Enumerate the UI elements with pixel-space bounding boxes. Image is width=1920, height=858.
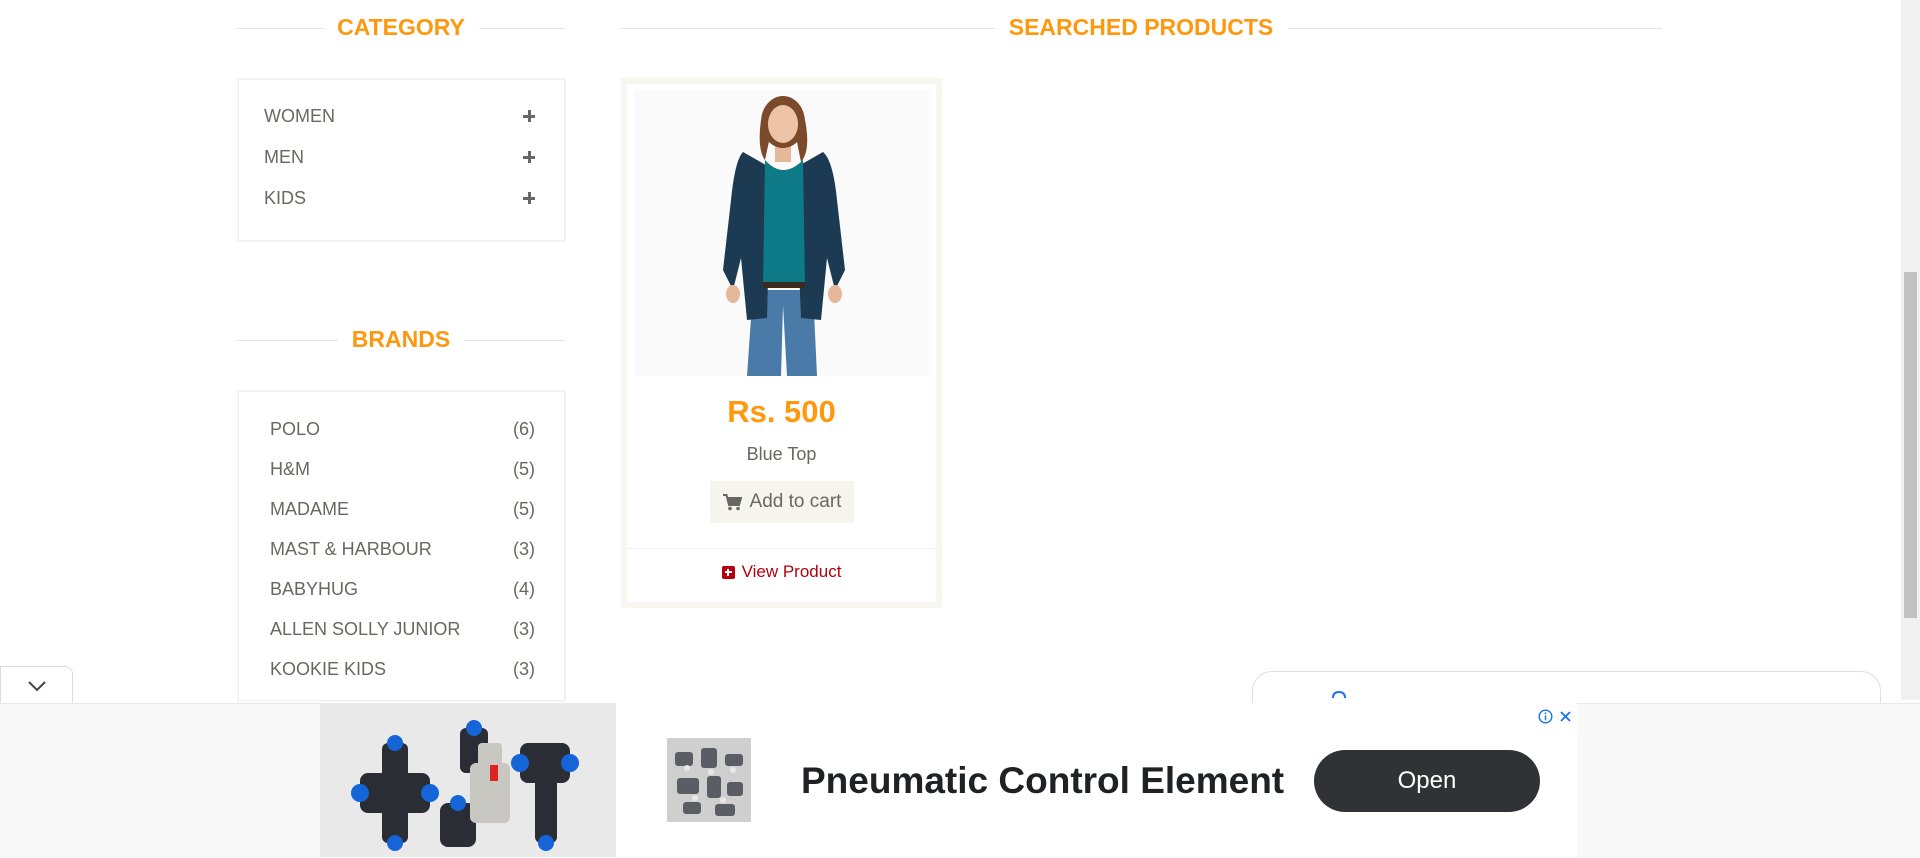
brand-label[interactable]: MADAME [270, 499, 349, 520]
brand-label[interactable]: H&M [270, 459, 310, 480]
category-label: KIDS [264, 187, 307, 208]
brand-item-hm[interactable]: H&M (5) [270, 454, 535, 484]
cart-icon [722, 493, 742, 510]
brand-label[interactable]: BABYHUG [270, 579, 358, 600]
scrollbar-thumb[interactable] [1904, 272, 1917, 618]
searched-products-heading: SEARCHED PRODUCTS [994, 14, 1288, 41]
product-price: Rs. 500 [727, 394, 836, 429]
plus-icon[interactable] [523, 192, 535, 204]
brand-item-polo[interactable]: POLO (6) [270, 414, 535, 444]
brand-count: (5) [513, 458, 535, 479]
brand-label[interactable]: ALLEN SOLLY JUNIOR [270, 619, 460, 640]
searched-products-heading-block: SEARCHED PRODUCTS [621, 0, 1662, 41]
brand-item-madame[interactable]: MADAME (5) [270, 494, 535, 524]
pneumatic-fittings-image [320, 703, 616, 857]
brand-count: (3) [513, 658, 535, 679]
fittings-thumbnail-image [667, 738, 751, 822]
brand-count: (3) [513, 538, 535, 559]
brands-heading-block: BRANDS [237, 312, 565, 353]
product-card: Rs. 500 Blue Top Add to cart View Produc… [621, 78, 942, 608]
category-label: MEN [264, 146, 304, 167]
category-item-women[interactable]: WOMEN [264, 101, 535, 131]
brand-label[interactable]: KOOKIE KIDS [270, 659, 386, 680]
view-product-label: View Product [741, 562, 842, 581]
category-heading-block: CATEGORY [237, 0, 565, 41]
close-icon[interactable] [1559, 710, 1572, 723]
brand-count: (6) [513, 418, 535, 439]
brand-item-kookie-kids[interactable]: KOOKIE KIDS (3) [270, 654, 535, 684]
brand-count: (3) [513, 618, 535, 639]
category-label: WOMEN [264, 105, 335, 126]
product-photo-woman [635, 90, 929, 376]
brand-count: (5) [513, 498, 535, 519]
brand-count: (4) [513, 578, 535, 599]
ad-open-button[interactable]: Open [1314, 750, 1540, 812]
card-divider [627, 548, 936, 549]
category-item-men[interactable]: MEN [264, 142, 535, 172]
brands-heading: BRANDS [337, 326, 465, 353]
category-heading: CATEGORY [323, 14, 479, 41]
product-name: Blue Top [746, 444, 817, 464]
category-panel: WOMEN MEN KIDS [237, 78, 566, 242]
ad-thumbnail[interactable] [667, 738, 751, 822]
ad-banner[interactable]: Pneumatic Control Element Open [320, 703, 1577, 857]
ad-collapse-tab[interactable] [0, 666, 73, 705]
square-plus-icon [721, 565, 735, 579]
plus-icon[interactable] [523, 151, 535, 163]
product-card-inner: Rs. 500 Blue Top Add to cart View Produc… [627, 84, 936, 602]
brand-label[interactable]: POLO [270, 419, 320, 440]
brands-panel: POLO (6) H&M (5) MADAME (5) MAST & HARBO… [237, 390, 566, 702]
add-to-cart-button[interactable]: Add to cart [710, 481, 854, 523]
page-scrollbar[interactable] [1901, 0, 1920, 700]
brand-item-allen-solly-junior[interactable]: ALLEN SOLLY JUNIOR (3) [270, 614, 535, 644]
brand-label[interactable]: MAST & HARBOUR [270, 539, 432, 560]
ad-controls [1538, 709, 1572, 724]
view-product-link[interactable]: View Product [627, 562, 936, 582]
add-to-cart-label: Add to cart [749, 491, 842, 512]
partial-icon [1332, 690, 1346, 699]
ad-title[interactable]: Pneumatic Control Element [801, 760, 1284, 802]
info-icon[interactable] [1538, 709, 1553, 724]
ad-product-image[interactable] [320, 703, 616, 857]
category-item-kids[interactable]: KIDS [264, 183, 535, 213]
plus-icon[interactable] [523, 110, 535, 122]
chevron-down-icon [27, 681, 46, 692]
brand-item-mast-harbour[interactable]: MAST & HARBOUR (3) [270, 534, 535, 564]
product-image [635, 90, 929, 376]
brand-item-babyhug[interactable]: BABYHUG (4) [270, 574, 535, 604]
